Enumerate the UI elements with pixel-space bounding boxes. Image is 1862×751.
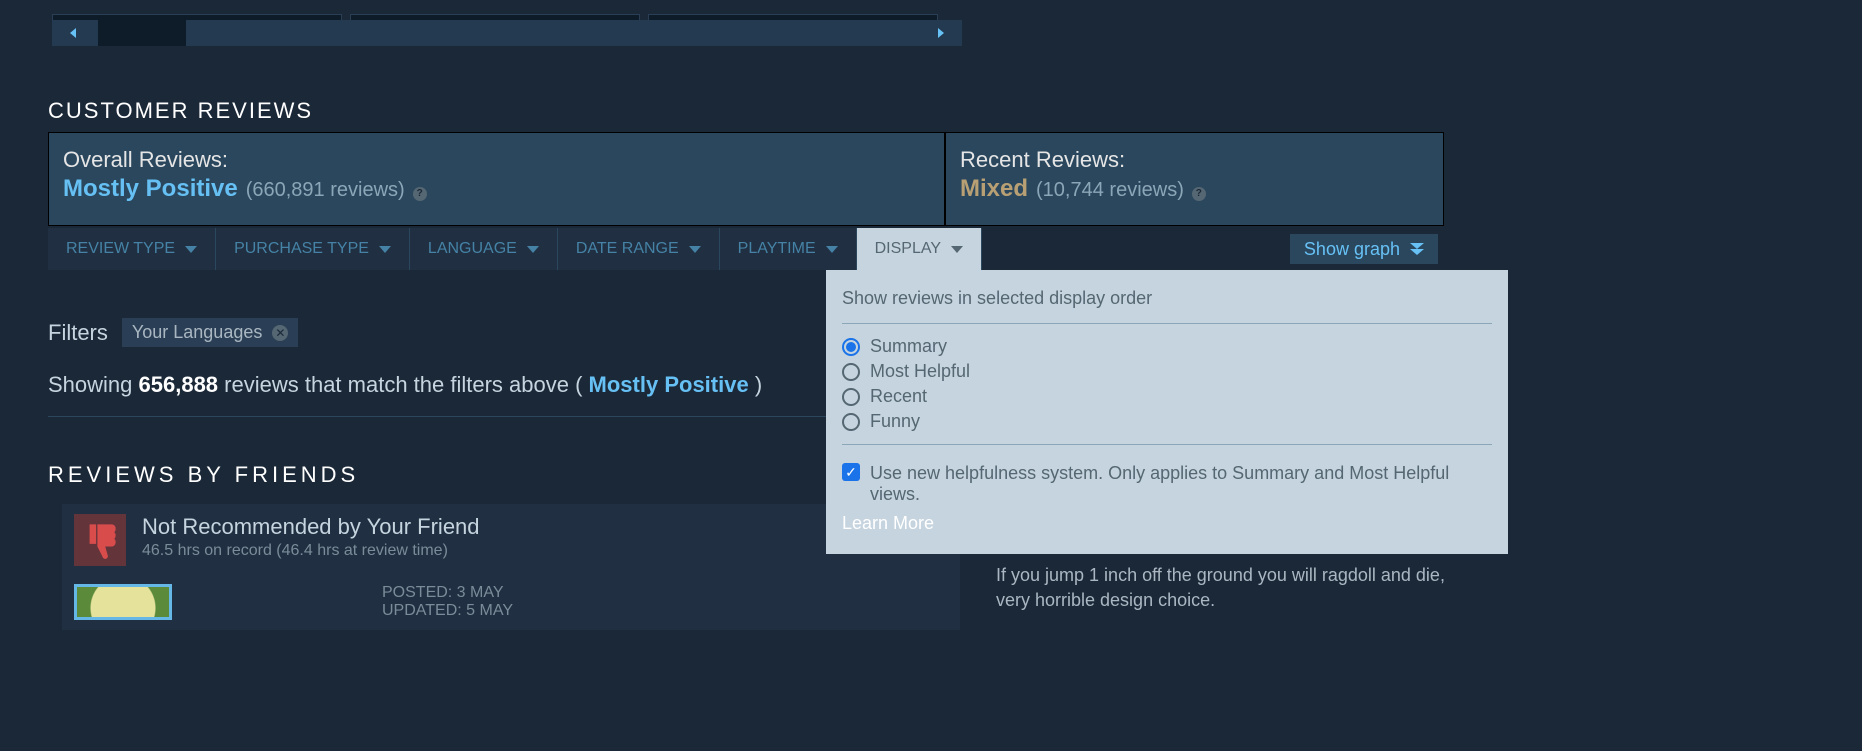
filter-review-type[interactable]: REVIEW TYPE <box>48 228 216 270</box>
result-count: 656,888 <box>139 372 219 397</box>
recent-reviews-label: Recent Reviews: <box>960 147 1429 173</box>
radio-label: Summary <box>870 336 947 357</box>
display-options-description: Show reviews in selected display order <box>842 288 1492 309</box>
checkbox-label: Use new helpfulness system. Only applies… <box>870 463 1492 505</box>
radio-icon <box>842 363 860 381</box>
recent-reviews-count: (10,744 reviews) <box>1036 179 1184 202</box>
display-option-summary[interactable]: Summary <box>842 336 1492 357</box>
chevrons-down-icon <box>1410 243 1424 255</box>
recent-reviews-rating: Mixed <box>960 175 1028 203</box>
filter-chip-label: Your Languages <box>132 322 262 343</box>
recent-review-body: If you jump 1 inch off the ground you wi… <box>996 563 1456 613</box>
arrow-right-icon <box>934 27 946 39</box>
review-filter-row: REVIEW TYPE PURCHASE TYPE LANGUAGE DATE … <box>48 228 1444 270</box>
screenshot-nav <box>52 20 962 46</box>
radio-label: Funny <box>870 411 920 432</box>
show-graph-button[interactable]: Show graph <box>1290 234 1438 264</box>
overall-reviews-count: (660,891 reviews) <box>246 179 405 202</box>
filter-label: PURCHASE TYPE <box>234 240 369 258</box>
filter-label: LANGUAGE <box>428 240 517 258</box>
filter-label: DATE RANGE <box>576 240 679 258</box>
caret-down-icon <box>826 246 838 253</box>
radio-icon <box>842 388 860 406</box>
screenshot-scroll-thumb[interactable] <box>98 20 186 46</box>
display-option-recent[interactable]: Recent <box>842 386 1492 407</box>
screenshot-prev-button[interactable] <box>52 20 96 46</box>
filter-label: PLAYTIME <box>738 240 816 258</box>
filter-playtime[interactable]: PLAYTIME <box>720 228 857 270</box>
showing-results-text: Showing 656,888 reviews that match the f… <box>48 372 762 398</box>
applied-filters-row: Filters Your Languages ✕ <box>48 318 298 347</box>
checkbox-checked-icon: ✓ <box>842 463 860 481</box>
close-icon[interactable]: ✕ <box>272 325 288 341</box>
radio-label: Recent <box>870 386 927 407</box>
overall-reviews-rating: Mostly Positive <box>63 175 238 203</box>
overall-reviews-label: Overall Reviews: <box>63 147 930 173</box>
info-icon[interactable]: ? <box>413 187 427 201</box>
recent-reviews-panel: Recent Reviews: Mixed (10,744 reviews) ? <box>945 133 1443 225</box>
review-summary-row: Overall Reviews: Mostly Positive (660,89… <box>48 132 1444 226</box>
overall-reviews-panel: Overall Reviews: Mostly Positive (660,89… <box>49 133 945 225</box>
customer-reviews-heading: CUSTOMER REVIEWS <box>48 98 313 124</box>
caret-down-icon <box>689 246 701 253</box>
radio-label: Most Helpful <box>870 361 970 382</box>
radio-icon <box>842 413 860 431</box>
display-options-panel: Show reviews in selected display order S… <box>826 270 1508 554</box>
filters-label: Filters <box>48 320 108 346</box>
show-graph-label: Show graph <box>1304 239 1400 260</box>
helpfulness-checkbox[interactable]: ✓ Use new helpfulness system. Only appli… <box>842 463 1492 505</box>
filter-label: DISPLAY <box>875 240 941 258</box>
thumbs-down-icon <box>74 514 126 566</box>
friend-review-hours: 46.5 hrs on record (46.4 hrs at review t… <box>142 542 480 560</box>
radio-icon <box>842 338 860 356</box>
learn-more-link[interactable]: Learn More <box>842 513 1492 534</box>
divider <box>842 444 1492 445</box>
friend-review-posted: POSTED: 3 MAY <box>382 584 513 602</box>
divider <box>842 323 1492 324</box>
caret-down-icon <box>951 246 963 253</box>
display-option-most-helpful[interactable]: Most Helpful <box>842 361 1492 382</box>
filter-date-range[interactable]: DATE RANGE <box>558 228 720 270</box>
info-icon[interactable]: ? <box>1192 187 1206 201</box>
filter-language[interactable]: LANGUAGE <box>410 228 558 270</box>
reviews-by-friends-heading: REVIEWS BY FRIENDS <box>48 462 359 488</box>
screenshot-next-button[interactable] <box>918 20 962 46</box>
filter-display[interactable]: DISPLAY <box>857 228 982 270</box>
filter-chip-your-languages[interactable]: Your Languages ✕ <box>122 318 298 347</box>
arrow-left-icon <box>68 27 80 39</box>
friend-review-updated: UPDATED: 5 MAY <box>382 602 513 620</box>
friend-review-title: Not Recommended by Your Friend <box>142 514 480 540</box>
filter-label: REVIEW TYPE <box>66 240 175 258</box>
caret-down-icon <box>379 246 391 253</box>
display-option-funny[interactable]: Funny <box>842 411 1492 432</box>
friend-avatar[interactable] <box>74 584 172 620</box>
caret-down-icon <box>185 246 197 253</box>
caret-down-icon <box>527 246 539 253</box>
result-rating: Mostly Positive <box>589 372 749 397</box>
filter-purchase-type[interactable]: PURCHASE TYPE <box>216 228 410 270</box>
